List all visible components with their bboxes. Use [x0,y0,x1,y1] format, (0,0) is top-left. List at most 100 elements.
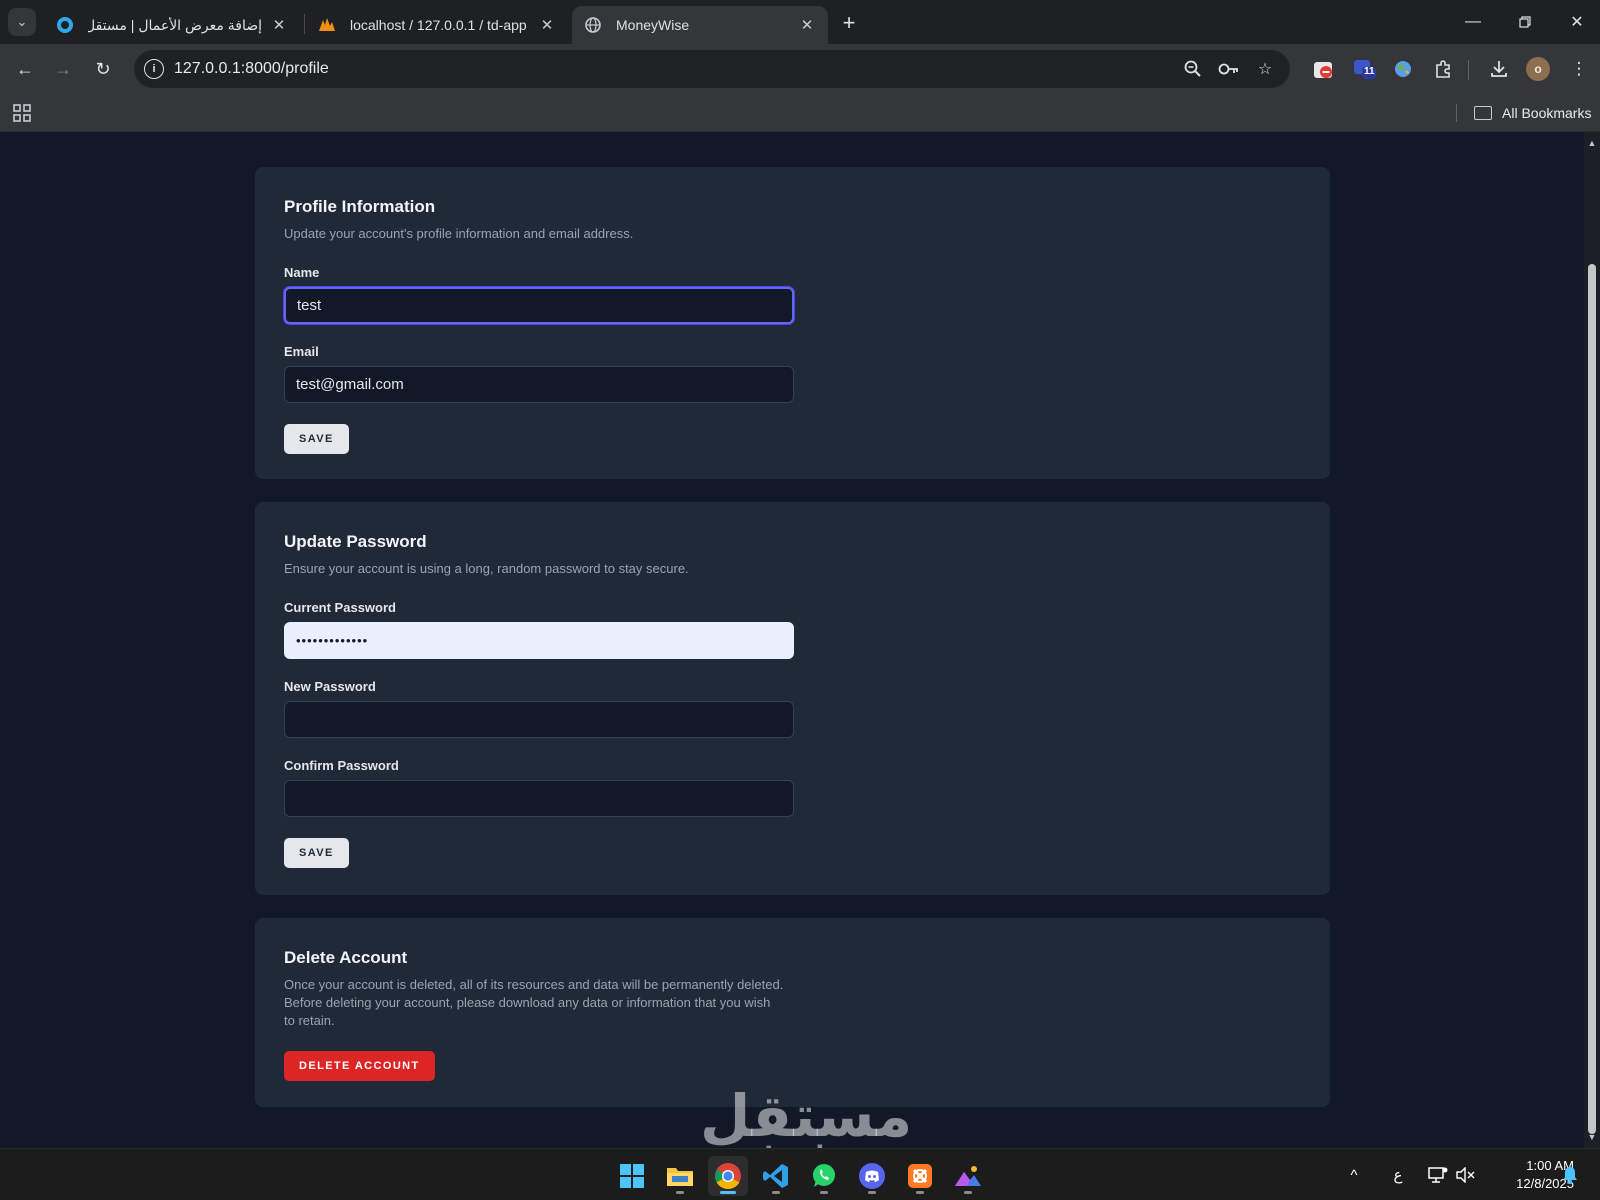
file-explorer-icon[interactable] [660,1156,700,1196]
close-icon[interactable]: ✕ [798,16,816,34]
whatsapp-icon[interactable] [804,1156,844,1196]
downloads-icon[interactable] [1484,54,1514,84]
save-password-button[interactable]: SAVE [284,838,349,868]
vscode-icon[interactable] [756,1156,796,1196]
delete-account-card: Delete Account Once your account is dele… [255,918,1330,1107]
save-profile-button[interactable]: SAVE [284,424,349,454]
language-indicator[interactable]: ع [1384,1149,1412,1200]
tab-moneywise[interactable]: MoneyWise ✕ [572,6,828,44]
windows-taskbar: ^ ع 1:00 AM 12/8/2025 [0,1148,1600,1200]
tab-strip: ⌄ إضافة معرض الأعمال | مستقل ✕ localhost… [0,0,1600,44]
extension-adblock-icon[interactable] [1308,54,1338,84]
menu-kebab-icon[interactable]: ⋮ [1564,54,1594,84]
xampp-icon[interactable] [900,1156,940,1196]
update-password-description: Ensure your account is using a long, ran… [284,561,689,576]
tab-search-button[interactable]: ⌄ [8,8,36,36]
new-password-input[interactable] [284,701,794,738]
running-indicator [964,1191,972,1194]
close-icon: ✕ [1570,14,1584,31]
update-password-card: Update Password Ensure your account is u… [255,502,1330,895]
running-indicator [868,1191,876,1194]
close-window-button[interactable]: ✕ [1554,8,1600,36]
all-bookmarks-label: All Bookmarks [1502,105,1592,121]
plus-icon: + [842,10,856,35]
tab-phpmyadmin[interactable]: localhost / 127.0.0.1 / td-app / u ✕ [306,6,568,44]
network-icon[interactable] [1424,1149,1452,1200]
chrome-icon[interactable] [708,1156,748,1196]
site-info-icon[interactable]: i [144,59,164,79]
confirm-password-label: Confirm Password [284,758,399,773]
chevron-down-icon: ⌄ [16,14,28,29]
bookmarks-separator [1456,104,1457,122]
photos-icon[interactable] [948,1156,988,1196]
discord-icon[interactable] [852,1156,892,1196]
tab-separator [304,14,305,34]
close-icon[interactable]: ✕ [538,16,556,34]
arrow-left-icon: ← [16,58,34,79]
email-input[interactable] [284,366,794,403]
running-indicator [820,1191,828,1194]
arrow-right-icon: → [54,58,72,79]
tab-title: MoneyWise [616,17,690,33]
running-indicator [720,1191,736,1194]
extensions-puzzle-icon[interactable] [1428,54,1458,84]
running-indicator [916,1191,924,1194]
bookmarks-bar: All Bookmarks [0,94,1600,132]
update-password-title: Update Password [284,532,427,551]
notification-bell-icon[interactable] [1556,1149,1584,1200]
toolbar-separator [1468,60,1469,80]
scroll-up-icon[interactable]: ▲ [1587,138,1597,148]
page-scrollbar[interactable]: ▲ ▼ [1584,132,1600,1148]
confirm-password-input[interactable] [284,780,794,817]
extension-badge-count: 11 [1364,66,1375,77]
scroll-down-icon[interactable]: ▼ [1587,1132,1597,1142]
profile-information-title: Profile Information [284,197,436,216]
page-viewport: Profile Information Update your account'… [0,132,1584,1148]
new-tab-button[interactable]: + [836,10,862,36]
tab-title: إضافة معرض الأعمال | مستقل [88,16,262,33]
scroll-thumb[interactable] [1588,264,1596,1134]
running-indicator [772,1191,780,1194]
close-icon[interactable]: ✕ [270,16,288,34]
extension-badge-icon[interactable]: 11 [1350,54,1380,84]
extension-globe-icon[interactable] [1388,54,1418,84]
zoom-icon[interactable] [1182,58,1204,80]
name-input[interactable] [284,287,794,324]
delete-account-button[interactable]: DELETE ACCOUNT [284,1051,435,1081]
folder-icon [1474,106,1492,120]
running-indicator [676,1191,684,1194]
mostaql-favicon-icon [56,16,74,34]
tab-mostaql[interactable]: إضافة معرض الأعمال | مستقل ✕ [44,6,300,44]
profile-information-description: Update your account's profile informatio… [284,226,634,241]
restore-button[interactable] [1502,8,1548,36]
reload-icon: ↻ [95,58,111,79]
browser-toolbar: ← → ↻ i 127.0.0.1:8000/profile ☆ 11 o ⋮ [0,44,1600,94]
address-bar[interactable]: i 127.0.0.1:8000/profile ☆ [134,50,1290,88]
volume-muted-icon[interactable] [1452,1149,1480,1200]
start-windows-icon[interactable] [612,1156,652,1196]
minimize-icon: — [1465,13,1481,30]
new-password-label: New Password [284,679,376,694]
globe-icon [584,16,602,34]
reload-button[interactable]: ↻ [88,54,118,84]
profile-avatar[interactable]: o [1526,57,1550,81]
back-button[interactable]: ← [10,54,40,84]
star-icon[interactable]: ☆ [1254,58,1276,80]
all-bookmarks-button[interactable]: All Bookmarks [1474,94,1591,132]
key-icon[interactable] [1218,58,1240,80]
tray-overflow-icon[interactable]: ^ [1340,1149,1368,1200]
delete-account-title: Delete Account [284,948,408,967]
delete-account-description: Once your account is deleted, all of its… [284,977,784,1028]
minimize-button[interactable]: — [1450,8,1496,36]
url-text[interactable]: 127.0.0.1:8000/profile [174,50,329,88]
name-label: Name [284,265,320,280]
email-label: Email [284,344,319,359]
tab-title: localhost / 127.0.0.1 / td-app / u [350,17,530,33]
current-password-label: Current Password [284,600,396,615]
phpmyadmin-favicon-icon [318,16,336,34]
current-password-input[interactable] [284,622,794,659]
apps-grid-icon[interactable] [12,103,32,123]
forward-button[interactable]: → [48,54,78,84]
profile-information-card: Profile Information Update your account'… [255,167,1330,479]
restore-icon [1519,16,1531,28]
